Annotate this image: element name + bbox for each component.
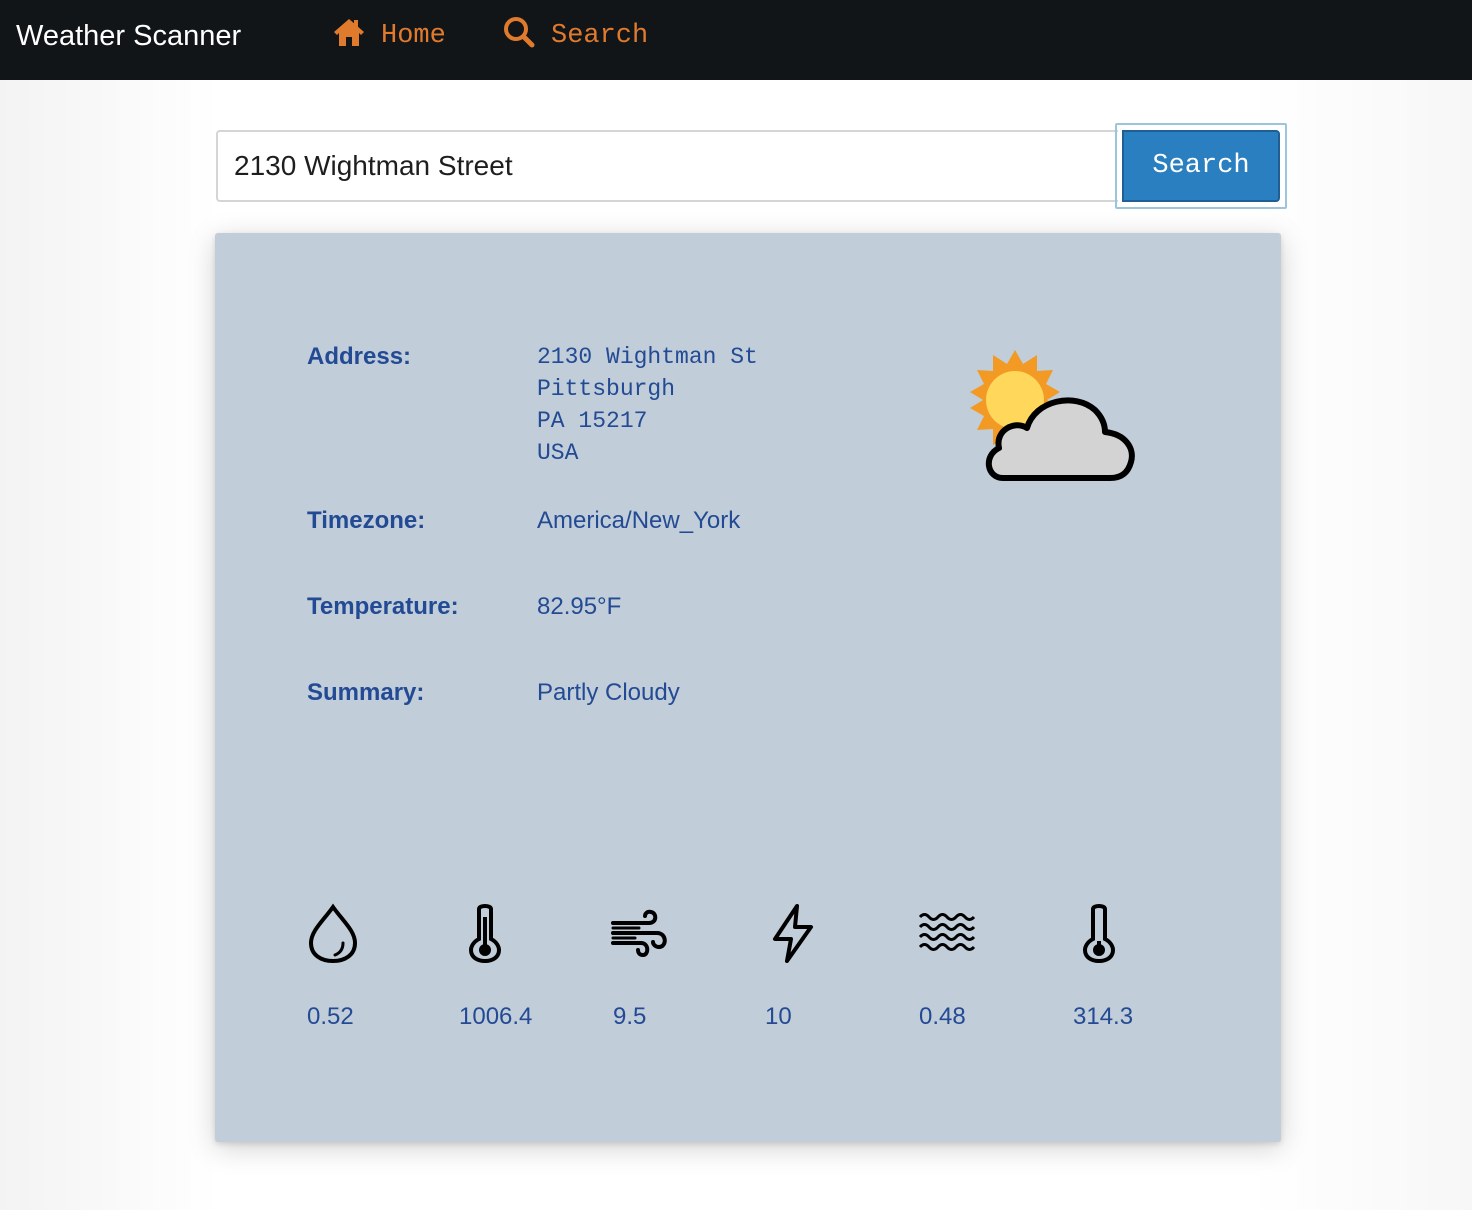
app-title: Weather Scanner [16, 20, 242, 52]
raindrop-icon [303, 903, 363, 964]
address-value: 2130 Wightman St Pittsburgh PA 15217 USA [537, 341, 758, 469]
search-button[interactable]: Search [1122, 130, 1280, 202]
lightning-icon [763, 903, 823, 963]
address-line: PA 15217 [537, 408, 648, 434]
stat-value: 9.5 [613, 1003, 647, 1030]
temperature-label: Temperature: [307, 593, 459, 620]
navbar: Weather Scanner Home Search [0, 0, 1472, 80]
search-icon [503, 16, 535, 57]
stat-value: 0.48 [919, 1003, 966, 1030]
address-label: Address: [307, 343, 412, 370]
nav-search-label: Search [551, 21, 649, 51]
stat-value: 314.3 [1073, 1003, 1134, 1030]
wind-icon [609, 903, 669, 963]
address-line: USA [537, 440, 579, 466]
stat-value: 1006.4 [459, 1003, 533, 1030]
nav-home-label: Home [381, 21, 446, 51]
timezone-label: Timezone: [307, 507, 426, 534]
timezone-value: America/New_York [537, 507, 741, 534]
thermometer-icon [455, 903, 515, 964]
partly-cloudy-icon [965, 348, 1140, 483]
stat-value: 0.52 [307, 1003, 354, 1030]
summary-value: Partly Cloudy [537, 679, 680, 706]
address-line: 2130 Wightman St [537, 344, 758, 370]
waves-icon [917, 903, 977, 963]
temperature-value: 82.95°F [537, 593, 622, 620]
nav-search-link[interactable]: Search [503, 16, 649, 57]
home-icon [333, 17, 365, 56]
stat-value: 10 [765, 1003, 792, 1030]
thermometer-low-icon [1069, 903, 1129, 964]
address-search-input[interactable] [216, 130, 1118, 202]
summary-label: Summary: [307, 679, 425, 706]
weather-result-card: Address: 2130 Wightman St Pittsburgh PA … [215, 233, 1281, 1142]
address-line: Pittsburgh [537, 376, 676, 402]
nav-home-link[interactable]: Home [333, 18, 446, 54]
